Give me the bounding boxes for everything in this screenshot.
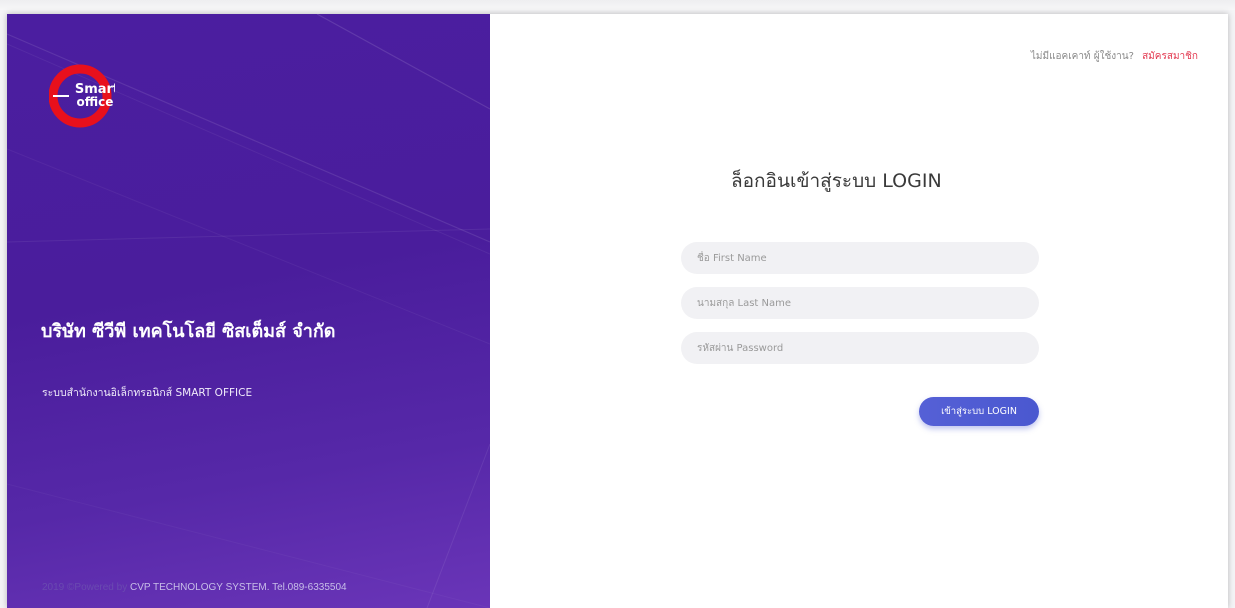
register-link[interactable]: สมัครสมาชิก — [1142, 51, 1198, 62]
system-name: ระบบสำนักงานอิเล็กทรอนิกส์ SMART OFFICE — [42, 387, 253, 399]
page: Smart office บริษัท ซีวีพี เทคโนโลยี ซิส… — [0, 0, 1235, 608]
company-name: บริษัท ซีวีพี เทคโนโลยี ซิสเต็มส์ จำกัด — [41, 321, 336, 342]
brand-panel: Smart office บริษัท ซีวีพี เทคโนโลยี ซิส… — [7, 14, 490, 608]
page-title: ล็อกอินเข้าสู่ระบบ LOGIN — [731, 170, 942, 192]
smart-office-logo: Smart office — [48, 63, 119, 129]
register-prompt: ไม่มีแอคเคาท์ ผู้ใช้งาน? สมัครสมาชิก — [1031, 49, 1198, 64]
footer-copyright: 2019 ©Powered by CVP TECHNOLOGY SYSTEM. … — [42, 582, 347, 593]
login-button[interactable]: เข้าสู่ระบบ LOGIN — [919, 397, 1039, 426]
footer-prefix: 2019 ©Powered by — [42, 582, 128, 593]
first-name-input[interactable] — [681, 242, 1039, 274]
no-account-text: ไม่มีแอคเคาท์ ผู้ใช้งาน? — [1030, 51, 1134, 62]
browser-top-strip — [0, 0, 1235, 10]
logo-text-office: office — [77, 95, 114, 109]
last-name-input[interactable] — [681, 287, 1039, 319]
password-input[interactable] — [681, 332, 1039, 364]
footer-company: CVP TECHNOLOGY SYSTEM. Tel.089-6335504 — [129, 582, 347, 593]
login-panel: ไม่มีแอคเคาท์ ผู้ใช้งาน? สมัครสมาชิก ล็อ… — [490, 14, 1228, 608]
login-card: Smart office บริษัท ซีวีพี เทคโนโลยี ซิส… — [7, 14, 1228, 608]
